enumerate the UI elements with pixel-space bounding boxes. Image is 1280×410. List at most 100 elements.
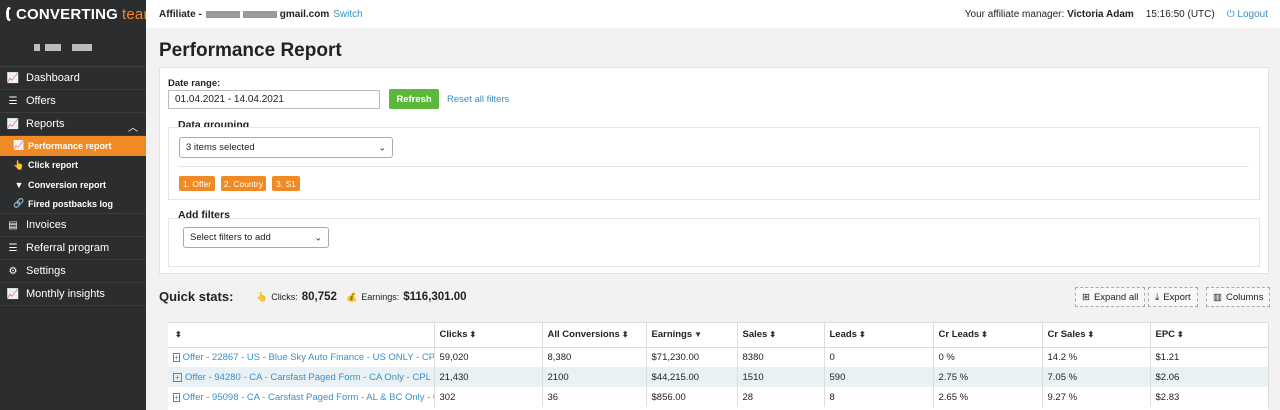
export-button[interactable]: ⤓ Export (1148, 287, 1198, 307)
sidebar-item-monthly-insights[interactable]: 📈 Monthly insights (0, 283, 146, 306)
column-header-leads[interactable]: Leads ⬍ (824, 323, 934, 348)
expand-row-icon[interactable]: + (173, 392, 180, 402)
date-range-input[interactable]: 01.04.2021 - 14.04.2021 (168, 90, 380, 109)
expand-icon: ⊞ (1082, 291, 1090, 303)
sort-icon: ⬍ (769, 330, 777, 340)
add-filters-panel: Select filters to add ⌄ (168, 218, 1260, 267)
sidebar-subitem-label: Performance report (28, 140, 112, 151)
sidebar-item-offers[interactable]: ☰ Offers (0, 90, 146, 113)
columns-icon: ▥ (1213, 291, 1222, 303)
chart-icon: 📈 (13, 140, 25, 151)
power-icon: ⏻ (1226, 9, 1235, 20)
offer-row-link[interactable]: + Offer - 94280 - CA - Carsfast Paged For… (173, 372, 433, 383)
sidebar-item-settings[interactable]: ⚙ Settings (0, 260, 146, 283)
reset-filters-link[interactable]: Reset all filters (447, 94, 509, 105)
column-header-clicks[interactable]: Clicks ⬍ (434, 323, 543, 348)
column-header-epc[interactable]: EPC ⬍ (1150, 323, 1269, 348)
filter-icon: ▼ (14, 179, 24, 190)
expand-all-button[interactable]: ⊞ Expand all (1075, 287, 1146, 307)
cell-epc: $2.06 (1150, 367, 1269, 387)
sidebar-subitem-performance-report[interactable]: 📈 Performance report (0, 136, 146, 156)
sidebar-item-reports[interactable]: 📈 Reports ︿ (0, 113, 146, 136)
hand-pointer-icon: 👆 (256, 291, 268, 302)
affiliate-label: Affiliate - (159, 8, 202, 20)
sidebar-subitem-label: Conversion report (28, 179, 107, 190)
column-header-earnings[interactable]: Earnings ▼ (646, 323, 738, 348)
offer-row-link[interactable]: + Offer - 22867 - US - Blue Sky Auto Fina… (173, 352, 433, 363)
chart-icon: 📈 (6, 72, 20, 84)
document-icon: ▤ (8, 219, 18, 231)
grouping-tag-country[interactable]: 2. Country (221, 176, 266, 191)
cell-cr-leads: 0 % (933, 347, 1043, 367)
expand-row-icon[interactable]: + (173, 352, 180, 362)
logo-icon (6, 7, 12, 21)
sort-icon: ⬍ (1177, 330, 1184, 340)
columns-button[interactable]: ▥ Columns (1206, 287, 1271, 307)
switch-link[interactable]: Switch (333, 9, 362, 20)
cell-clicks: 302 (434, 387, 543, 407)
column-header-cr-sales[interactable]: Cr Sales ⬍ (1042, 323, 1151, 348)
sidebar-user (0, 28, 146, 66)
date-range-label: Date range: (168, 78, 221, 89)
cell-epc: $2.83 (1150, 387, 1269, 407)
add-filters-select[interactable]: Select filters to add ⌄ (183, 227, 329, 248)
money-hand-icon: 💰 (346, 291, 358, 302)
brand-logo[interactable]: CONVERTING team (0, 0, 156, 28)
grouping-panel: 3 items selected ⌄ 1. Offer 2. Country 3… (168, 127, 1260, 200)
cell-earnings: $71,230.00 (646, 347, 738, 367)
grouping-tag-offer[interactable]: 1. Offer (179, 176, 215, 191)
column-header-sales[interactable]: Sales ⬍ (737, 323, 825, 348)
column-header-all-conversions[interactable]: All Conversions ⬍ (542, 323, 647, 348)
hand-pointer-icon: 👆 (13, 159, 25, 170)
page-title: Performance Report (159, 40, 342, 61)
cell-cr-sales: 7.05 % (1042, 367, 1151, 387)
sidebar-item-label: Monthly insights (26, 288, 105, 300)
cell-clicks: 21,430 (434, 367, 543, 387)
cell-all-conversions: 8,380 (542, 347, 647, 367)
cell-epc: $1.21 (1150, 347, 1269, 367)
chart-icon: 📈 (6, 118, 20, 130)
cell-all-conversions: 2100 (542, 367, 647, 387)
cell-leads: 8 (824, 387, 934, 407)
sidebar-subitem-label: Fired postbacks log (28, 198, 114, 209)
column-header-cr-leads[interactable]: Cr Leads ⬍ (933, 323, 1043, 348)
download-icon: ⤓ (1155, 291, 1160, 303)
cell-clicks: 59,020 (434, 347, 543, 367)
chart-icon: 📈 (6, 288, 20, 300)
logout-link[interactable]: ⏻ Logout (1227, 9, 1268, 20)
cell-earnings: $44,215.00 (646, 367, 738, 387)
sidebar-subitem-fired-postbacks[interactable]: 🔗 Fired postbacks log (0, 195, 146, 214)
quick-stats-title: Quick stats: (159, 289, 234, 304)
offer-row-link[interactable]: + Offer - 95098 - CA - Carsfast Paged For… (173, 392, 433, 403)
sort-icon: ⬍ (981, 330, 988, 340)
chevron-down-icon: ⌄ (378, 142, 386, 152)
grouping-select[interactable]: 3 items selected ⌄ (179, 137, 393, 158)
sidebar-item-label: Reports (26, 118, 65, 130)
grouping-tag-s1[interactable]: 3. S1 (272, 176, 300, 191)
list-icon: ☰ (8, 95, 18, 107)
cell-sales: 1510 (737, 367, 825, 387)
column-header-group[interactable]: ⬍ (168, 323, 435, 348)
chevron-down-icon: ⌄ (314, 232, 322, 242)
refresh-button[interactable]: Refresh (389, 89, 439, 109)
cell-all-conversions: 36 (542, 387, 647, 407)
affiliate-email: gmail.com (205, 9, 329, 20)
expand-row-icon[interactable]: + (173, 372, 182, 382)
cell-cr-sales: 9.27 % (1042, 387, 1151, 407)
cell-cr-leads: 2.75 % (933, 367, 1043, 387)
cell-cr-leads: 2.65 % (933, 387, 1043, 407)
topbar: Affiliate - gmail.com Switch Your affili… (146, 0, 1280, 28)
sidebar-item-invoices[interactable]: ▤ Invoices (0, 214, 146, 237)
sidebar-subitem-conversion-report[interactable]: ▼ Conversion report (0, 175, 146, 195)
sidebar-item-label: Dashboard (26, 72, 80, 84)
cell-leads: 590 (824, 367, 934, 387)
link-icon: 🔗 (13, 198, 25, 209)
sidebar-item-label: Invoices (26, 219, 67, 231)
table-header-row: ⬍ Clicks ⬍ All Conversions ⬍ Earnings ▼ Sal… (168, 323, 1269, 348)
performance-table: ⬍ Clicks ⬍ All Conversions ⬍ Earnings ▼ Sal… (168, 322, 1269, 410)
sidebar-item-dashboard[interactable]: 📈 Dashboard (0, 67, 146, 90)
sidebar-subitem-click-report[interactable]: 👆 Click report (0, 156, 146, 176)
gear-icon: ⚙ (8, 265, 18, 277)
sort-icon: ⬍ (469, 330, 477, 340)
sidebar-item-referral[interactable]: ☰ Referral program (0, 237, 146, 260)
